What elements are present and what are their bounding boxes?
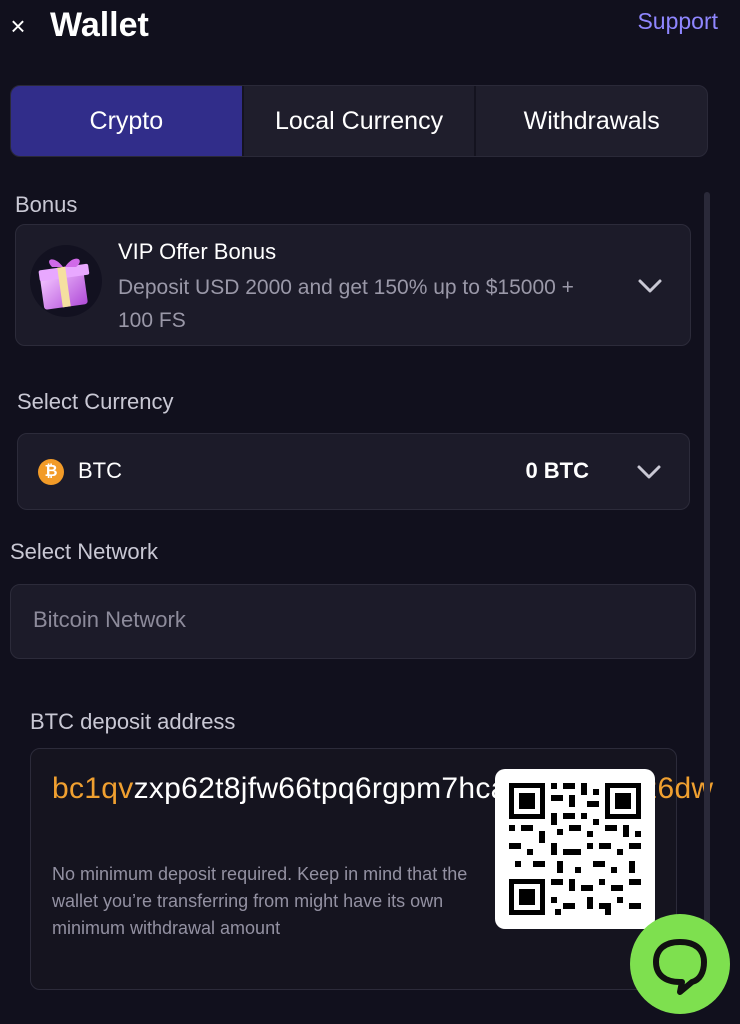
bonus-dropdown[interactable]: VIP Offer Bonus Deposit USD 2000 and get… [15, 224, 691, 346]
qr-code[interactable] [495, 769, 655, 929]
chat-bubble-icon [653, 939, 707, 995]
currency-name: BTC [78, 458, 122, 483]
wallet-tabs: Crypto Local Currency Withdrawals [10, 85, 708, 157]
deposit-address-label: BTC deposit address [30, 709, 236, 734]
close-button[interactable]: × [6, 4, 30, 48]
chat-button[interactable] [630, 914, 730, 1014]
page-title: Wallet [50, 6, 149, 44]
currency-balance: 0 BTC [525, 458, 589, 483]
deposit-address-box: bc1qvzxp62t8jfw66tpq6rgpm7hcaj2fuadp2qz6… [30, 748, 713, 990]
network-value: Bitcoin Network [33, 607, 186, 632]
tab-withdrawals[interactable]: Withdrawals [474, 86, 707, 156]
bonus-description: Deposit USD 2000 and get 150% up to $150… [118, 276, 574, 332]
tab-local-currency[interactable]: Local Currency [241, 86, 475, 156]
bitcoin-icon: ₿ [38, 459, 64, 485]
currency-select[interactable]: ₿ BTC 0 BTC [17, 433, 690, 510]
network-field[interactable]: Bitcoin Network [10, 584, 696, 659]
deposit-note: No minimum deposit required. Keep in min… [52, 864, 468, 938]
scrollbar[interactable] [704, 192, 710, 1002]
select-network-label: Select Network [10, 539, 158, 564]
deposit-address[interactable]: bc1qvzxp62t8jfw66tpq6rgpm7hcaj2fuadp2qz6… [52, 767, 713, 811]
select-currency-label: Select Currency [17, 389, 174, 414]
bonus-title: VIP Offer Bonus [118, 239, 277, 264]
address-prefix: bc1qv [52, 772, 134, 805]
gift-icon [30, 245, 102, 317]
bonus-label: Bonus [15, 192, 78, 217]
chevron-down-icon[interactable] [634, 457, 664, 487]
chevron-down-icon[interactable] [635, 271, 665, 301]
tab-crypto[interactable]: Crypto [11, 86, 242, 156]
support-link[interactable]: Support [637, 8, 718, 35]
